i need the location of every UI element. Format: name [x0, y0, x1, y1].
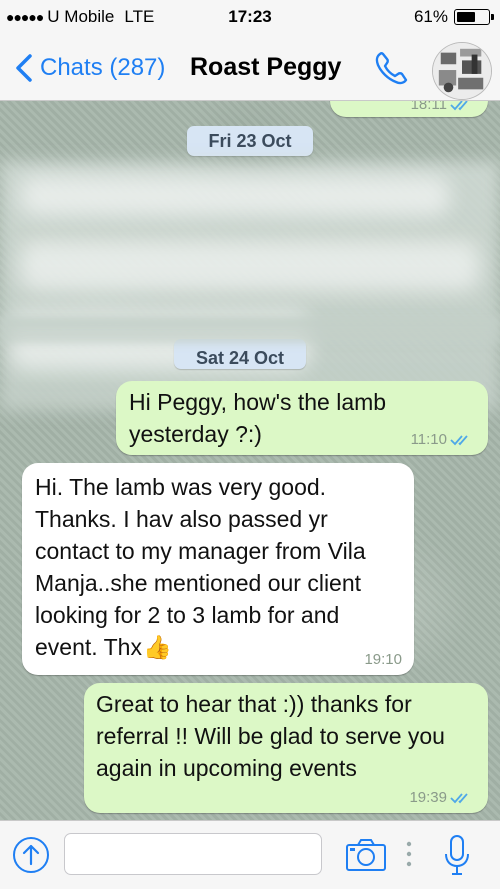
battery-percent: 61%: [413, 7, 448, 26]
back-button-label: Chats (287): [40, 54, 166, 81]
message-text: Hi. The lamb was very good. Thanks. I ha…: [35, 474, 366, 660]
share-upload-icon[interactable]: [12, 836, 50, 874]
message-text: Great to hear that :)) thanks for referr…: [96, 691, 445, 781]
message-text-group: Hi. The lamb was very good. Thanks. I ha…: [35, 471, 405, 663]
read-receipt-icon: [450, 435, 468, 446]
message-meta: 19:10: [364, 652, 402, 668]
message-bubble-incoming[interactable]: Hi. The lamb was very good. Thanks. I ha…: [22, 463, 414, 675]
message-list[interactable]: 18:11 Fri 23 Oct Sat 24 Oct Hi Peggy, ho…: [0, 101, 500, 820]
message-bubble-outgoing[interactable]: Great to hear that :)) thanks for referr…: [84, 683, 488, 813]
more-options-icon[interactable]: [406, 839, 412, 869]
message-meta: 18:11: [411, 101, 474, 113]
battery-icon: [454, 9, 494, 25]
redacted-strip: [20, 241, 480, 291]
contact-name[interactable]: Roast Peggy: [190, 53, 341, 82]
camera-icon[interactable]: [344, 837, 388, 873]
contact-avatar[interactable]: [432, 42, 492, 100]
status-right: 61%: [413, 7, 494, 27]
battery-level-fill: [457, 12, 475, 22]
status-bar: ●●●●● U Mobile LTE 17:23 61%: [0, 0, 500, 36]
message-time: 19:10: [364, 651, 402, 668]
thumbs-up-emoji: 👍: [142, 634, 172, 660]
message-time: 18:11: [410, 101, 447, 113]
message-meta: 11:10: [411, 432, 474, 448]
conversation-header: Chats (287) Roast Peggy: [0, 36, 500, 101]
redaction-edge: [0, 316, 500, 344]
chevron-left-icon: [16, 54, 32, 82]
read-receipt-icon: [450, 101, 468, 111]
message-input[interactable]: [64, 833, 322, 875]
avatar-image: [433, 43, 491, 99]
read-receipt-icon: [450, 793, 468, 804]
message-text: Hi Peggy, how's the lamb yesterday ?:): [129, 389, 387, 447]
composer-bar: [0, 820, 500, 889]
date-separator: Fri 23 Oct: [187, 126, 313, 156]
message-time: 11:10: [410, 431, 447, 448]
microphone-icon[interactable]: [442, 833, 472, 877]
battery-tip: [491, 14, 494, 20]
message-bubble-outgoing[interactable]: Hi Peggy, how's the lamb yesterday ?:) 1…: [116, 381, 488, 455]
back-button[interactable]: Chats (287): [10, 50, 165, 86]
message-bubble-partial[interactable]: 18:11: [330, 101, 488, 117]
message-time: 19:39: [409, 789, 447, 806]
phone-call-icon[interactable]: [370, 48, 414, 88]
message-meta: 19:39: [409, 790, 474, 806]
redacted-strip: [20, 176, 450, 216]
